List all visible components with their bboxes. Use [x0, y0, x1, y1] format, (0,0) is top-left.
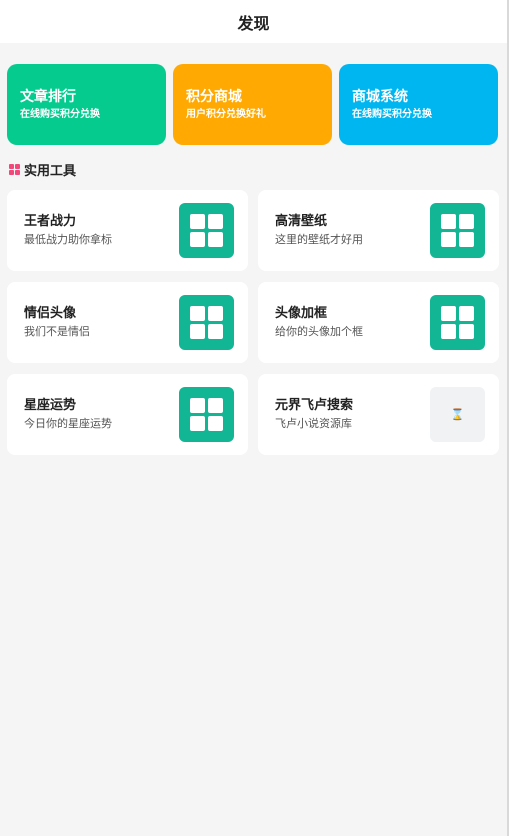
- banner-row: 文章排行 在线购买积分兑换 积分商城 用户积分兑换好礼 商城系统 在线购买积分兑…: [7, 64, 498, 145]
- top-bar: 发现: [0, 0, 507, 43]
- tool-card-avatar-frame[interactable]: 头像加框 给你的头像加个框: [258, 282, 499, 363]
- grid-icon: [430, 295, 485, 350]
- grid-icon: [179, 203, 234, 258]
- banner-subtitle: 用户积分兑换好礼: [186, 109, 266, 120]
- section-header-tools: 实用工具: [9, 160, 76, 179]
- discover-page: 发现 文章排行 在线购买积分兑换 积分商城 用户积分兑换好礼 商城系统 在线购买…: [0, 0, 509, 836]
- tool-subtitle: 给你的头像加个框: [275, 325, 363, 338]
- tool-title: 情侣头像: [24, 306, 77, 321]
- page-title: 发现: [237, 13, 270, 33]
- grid-icon: [179, 295, 234, 350]
- tool-card-hd-wallpaper[interactable]: 高清壁纸 这里的壁纸才好用: [258, 190, 499, 271]
- tool-subtitle: 飞卢小说资源库: [275, 417, 352, 430]
- banner-subtitle: 在线购买积分兑换: [20, 109, 100, 120]
- tool-title: 元界飞卢搜索: [275, 398, 354, 413]
- hourglass-icon: ⌛: [430, 387, 485, 442]
- grid-icon: [9, 164, 20, 175]
- tool-title: 星座运势: [24, 398, 77, 413]
- banner-points-mall[interactable]: 积分商城 用户积分兑换好礼: [173, 64, 332, 145]
- tool-card-horoscope[interactable]: 星座运势 今日你的星座运势: [7, 374, 248, 455]
- banner-title: 积分商城: [186, 89, 242, 105]
- tool-card-honor-of-kings-power[interactable]: 王者战力 最低战力助你拿标: [7, 190, 248, 271]
- tool-card-feilu-search[interactable]: 元界飞卢搜索 飞卢小说资源库 ⌛: [258, 374, 499, 455]
- tool-title: 头像加框: [275, 306, 328, 321]
- banner-title: 文章排行: [20, 89, 76, 105]
- banner-subtitle: 在线购买积分兑换: [352, 109, 432, 120]
- section-title: 实用工具: [24, 164, 77, 179]
- tool-card-couple-avatar[interactable]: 情侣头像 我们不是情侣: [7, 282, 248, 363]
- tool-title: 王者战力: [24, 214, 77, 229]
- tool-subtitle: 今日你的星座运势: [24, 417, 112, 430]
- tool-title: 高清壁纸: [275, 214, 328, 229]
- banner-article-ranking[interactable]: 文章排行 在线购买积分兑换: [7, 64, 166, 145]
- tool-subtitle: 这里的壁纸才好用: [275, 233, 363, 246]
- tool-subtitle: 最低战力助你拿标: [24, 233, 112, 246]
- grid-icon: [430, 203, 485, 258]
- tool-subtitle: 我们不是情侣: [24, 325, 90, 338]
- banner-title: 商城系统: [352, 89, 408, 105]
- grid-icon: [179, 387, 234, 442]
- banner-mall-system[interactable]: 商城系统 在线购买积分兑换: [339, 64, 498, 145]
